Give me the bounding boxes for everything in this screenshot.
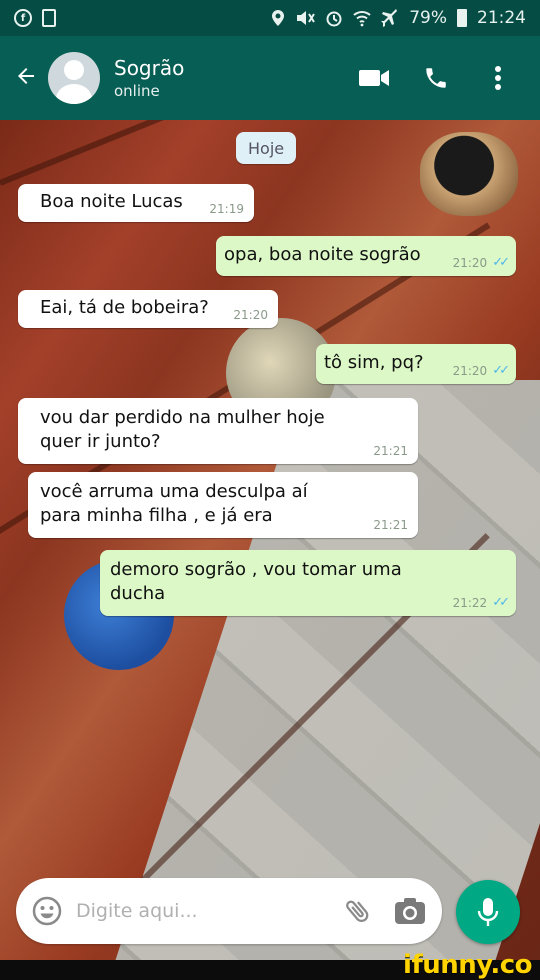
- wifi-icon: [353, 9, 371, 27]
- message-meta: 21:22 ✓✓: [452, 595, 510, 611]
- message-incoming[interactable]: Boa noite Lucas 21:19: [18, 184, 254, 222]
- more-vertical-icon: [495, 66, 501, 90]
- message-meta: 21:19: [209, 202, 244, 216]
- airplane-icon: [381, 9, 399, 27]
- message-composer: [16, 878, 442, 944]
- location-icon: [271, 9, 285, 27]
- message-outgoing[interactable]: opa, boa noite sogrão 21:20 ✓✓: [216, 236, 516, 276]
- phone-icon: [426, 68, 446, 88]
- back-button[interactable]: [4, 61, 48, 96]
- message-meta: 21:21: [373, 518, 408, 532]
- menu-button[interactable]: [482, 62, 514, 94]
- facebook-icon: f: [14, 9, 32, 27]
- background-object: [420, 132, 518, 216]
- avatar[interactable]: [48, 52, 100, 104]
- message-time: 21:20: [233, 308, 268, 322]
- contact-info[interactable]: Sogrão online: [114, 55, 358, 101]
- contact-status: online: [114, 82, 160, 100]
- camera-icon: [395, 898, 425, 924]
- arrow-left-icon: [18, 67, 34, 84]
- status-right: 79% 21:24: [271, 8, 526, 28]
- message-incoming[interactable]: vou dar perdido na mulher hoje quer ir j…: [18, 398, 418, 464]
- message-time: 21:20: [452, 256, 488, 270]
- message-time: 21:20: [452, 364, 488, 378]
- date-divider: Hoje: [236, 132, 297, 164]
- header-actions: [358, 62, 514, 94]
- voice-message-button[interactable]: [456, 880, 520, 944]
- message-meta: 21:20 ✓✓: [452, 363, 510, 379]
- status-bar: f 79% 21:24: [0, 0, 540, 36]
- status-left: f: [14, 9, 56, 27]
- message-text: vou dar perdido na mulher hoje quer ir j…: [40, 407, 325, 452]
- message-incoming[interactable]: você arruma uma desculpa aí para minha f…: [28, 472, 418, 538]
- read-ticks-icon: ✓✓: [492, 363, 510, 378]
- watermark: ifunny.co: [403, 950, 532, 980]
- message-incoming[interactable]: Eai, tá de bobeira? 21:20: [18, 290, 278, 328]
- attach-button[interactable]: [338, 891, 378, 931]
- background-floor: [96, 380, 540, 960]
- chat-header: Sogrão online: [0, 36, 540, 120]
- contact-name: Sogrão: [114, 56, 185, 80]
- clipboard-icon: [42, 9, 56, 27]
- message-text: você arruma uma desculpa aí para minha f…: [40, 481, 308, 526]
- microphone-icon: [477, 898, 499, 926]
- video-call-button[interactable]: [358, 62, 390, 94]
- battery-percentage: 79%: [409, 8, 447, 28]
- message-meta: 21:20 ✓✓: [452, 255, 510, 271]
- chat-background[interactable]: Hoje Boa noite Lucas 21:19 opa, boa noit…: [0, 120, 540, 960]
- emoji-icon: [32, 896, 62, 926]
- emoji-button[interactable]: [28, 892, 66, 930]
- camera-button[interactable]: [390, 891, 430, 931]
- read-ticks-icon: ✓✓: [492, 595, 510, 610]
- message-time: 21:21: [373, 518, 408, 532]
- video-camera-icon: [359, 70, 389, 86]
- message-time: 21:22: [452, 596, 488, 610]
- clock: 21:24: [477, 8, 526, 28]
- message-outgoing[interactable]: tô sim, pq? 21:20 ✓✓: [316, 344, 516, 384]
- message-text: demoro sogrão , vou tomar uma ducha: [110, 559, 402, 604]
- message-outgoing[interactable]: demoro sogrão , vou tomar uma ducha 21:2…: [100, 550, 516, 616]
- read-ticks-icon: ✓✓: [492, 255, 510, 270]
- alarm-icon: [325, 9, 343, 27]
- voice-call-button[interactable]: [420, 62, 452, 94]
- message-time: 21:19: [209, 202, 244, 216]
- message-meta: 21:20: [233, 308, 268, 322]
- paperclip-icon: [346, 900, 369, 922]
- message-input[interactable]: [76, 900, 338, 922]
- battery-icon: [457, 9, 467, 27]
- message-time: 21:21: [373, 444, 408, 458]
- mute-icon: [295, 9, 316, 27]
- message-meta: 21:21: [373, 444, 408, 458]
